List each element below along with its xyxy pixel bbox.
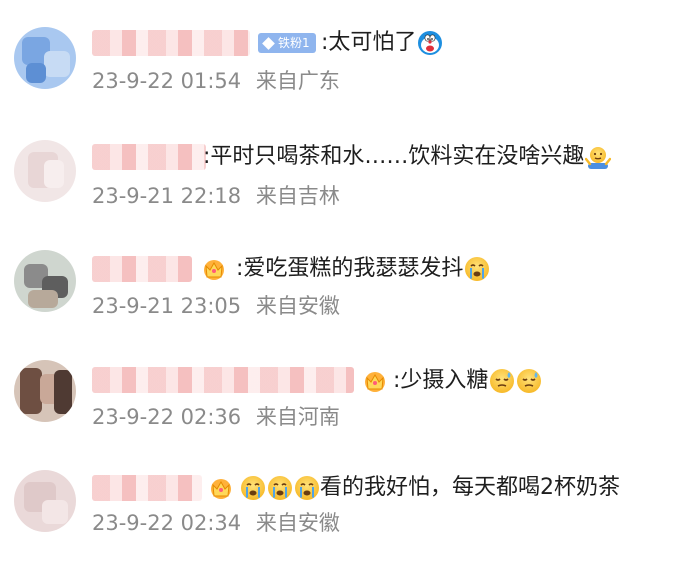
crown-icon [208, 475, 234, 501]
crying-icon [294, 475, 320, 501]
comment-meta: 23-9-21 22:18 来自吉林 [92, 183, 348, 209]
comment-item: :少摄入糖 23-9-22 02:36 来自河南 [0, 330, 695, 440]
comment-item: :爱吃蛋糕的我瑟瑟发抖 23-9-21 23:05 来自安徽 [0, 220, 695, 330]
timestamp: 23-9-22 02:34 [92, 511, 242, 535]
crying-icon [240, 475, 266, 501]
comment-body: :爱吃蛋糕的我瑟瑟发抖 [236, 256, 464, 281]
timestamp: 23-9-21 23:05 [92, 294, 242, 318]
username[interactable] [92, 30, 250, 56]
timestamp: 23-9-22 02:36 [92, 405, 242, 429]
sweat-icon [489, 368, 515, 394]
fan-badge-label: 铁粉1 [278, 36, 310, 50]
username[interactable] [92, 256, 192, 282]
avatar[interactable] [14, 470, 76, 532]
location: 来自广东 [255, 69, 340, 93]
comment-text: :少摄入糖 [393, 367, 542, 395]
crown-icon [201, 256, 227, 282]
location: 来自安徽 [255, 511, 340, 535]
timestamp: 23-9-21 22:18 [92, 184, 242, 208]
comment-meta: 23-9-21 23:05 来自安徽 [92, 293, 348, 319]
location: 来自吉林 [255, 184, 340, 208]
location: 来自河南 [255, 405, 340, 429]
comment-body: :太可怕了 [321, 30, 417, 55]
crown-icon [362, 368, 388, 394]
comment-item: 看的我好怕，每天都喝2杯奶茶 23-9-22 02:34 来自安徽 [0, 440, 695, 550]
timestamp: 23-9-22 01:54 [92, 69, 242, 93]
crying-icon [267, 475, 293, 501]
comment-body: :少摄入糖 [393, 368, 489, 393]
comment-text: :爱吃蛋糕的我瑟瑟发抖 [236, 255, 490, 283]
doraemon-icon [417, 30, 443, 56]
comment-body: 看的我好怕，每天都喝2杯奶茶 [320, 475, 620, 500]
sweat-icon [516, 368, 542, 394]
avatar[interactable] [14, 250, 76, 312]
avatar[interactable] [14, 27, 76, 89]
comment-body: :平时只喝茶和水……饮料实在没啥兴趣 [203, 144, 585, 169]
comment-item: :平时只喝茶和水……饮料实在没啥兴趣 23-9-21 22:18 来自吉林 [0, 110, 695, 220]
username[interactable] [92, 144, 206, 170]
comment-meta: 23-9-22 02:34 来自安徽 [92, 510, 348, 536]
diamond-icon [262, 36, 275, 50]
username[interactable] [92, 367, 354, 393]
comment-item: 铁粉1 :太可怕了 23-9-22 01:54 来自广东 [0, 0, 695, 110]
avatar[interactable] [14, 360, 76, 422]
shrug-icon [585, 144, 611, 170]
username[interactable] [92, 475, 202, 501]
avatar[interactable] [14, 140, 76, 202]
comment-meta: 23-9-22 01:54 来自广东 [92, 68, 348, 94]
comment-meta: 23-9-22 02:36 来自河南 [92, 404, 348, 430]
comment-text: :太可怕了 [321, 29, 443, 57]
location: 来自安徽 [255, 294, 340, 318]
crying-icon [464, 256, 490, 282]
fan-badge: 铁粉1 [258, 33, 316, 53]
comment-text: 看的我好怕，每天都喝2杯奶茶 [239, 474, 620, 502]
comment-text: :平时只喝茶和水……饮料实在没啥兴趣 [203, 143, 611, 171]
